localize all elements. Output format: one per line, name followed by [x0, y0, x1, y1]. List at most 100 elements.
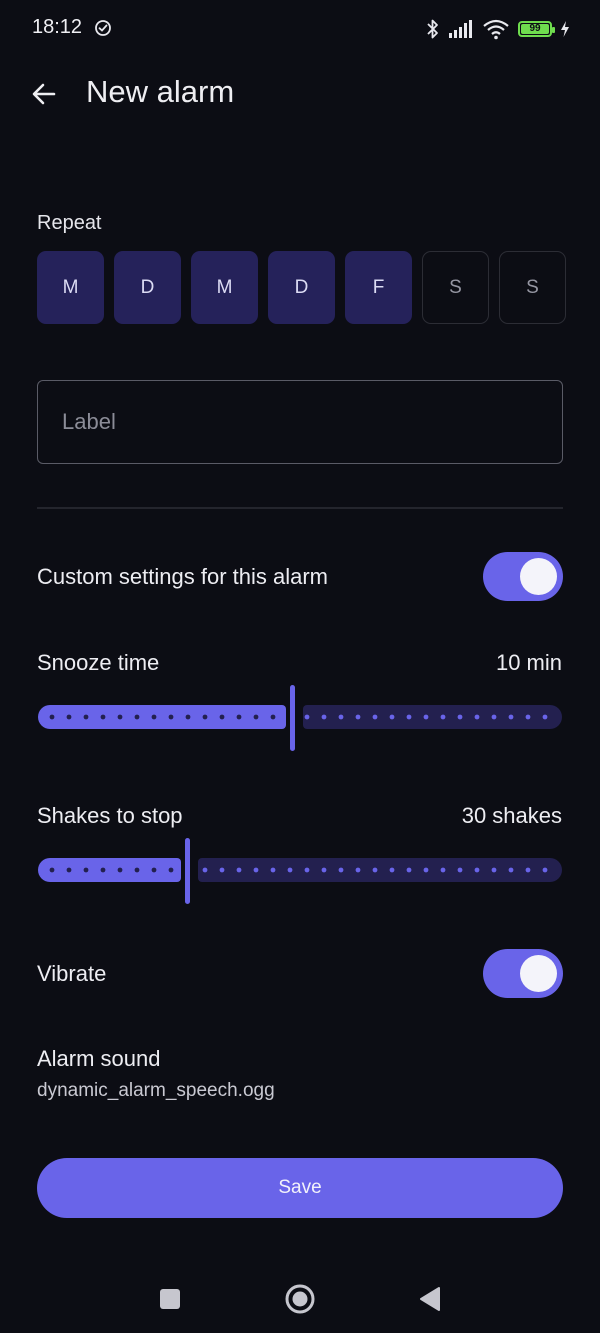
snooze-slider[interactable] — [38, 685, 562, 751]
label-input[interactable] — [38, 381, 562, 463]
slider-tick — [219, 714, 225, 720]
day-toggle-saturday[interactable]: S — [422, 251, 489, 324]
charging-icon — [561, 21, 569, 37]
slider-tick — [406, 714, 412, 720]
day-toggle-friday[interactable]: F — [345, 251, 412, 324]
toggle-knob — [520, 558, 557, 595]
slider-tick — [355, 867, 361, 873]
slider-tick — [423, 867, 429, 873]
day-toggle-thursday[interactable]: D — [268, 251, 335, 324]
slider-tick — [202, 867, 208, 873]
slider-tick — [134, 867, 140, 873]
slider-tick — [270, 867, 276, 873]
check-circle-icon — [95, 20, 111, 36]
vibrate-toggle[interactable] — [483, 949, 563, 998]
day-toggle-tuesday[interactable]: D — [114, 251, 181, 324]
alarm-sound-label[interactable]: Alarm sound — [37, 1046, 161, 1072]
back-nav-button[interactable] — [410, 1279, 450, 1319]
slider-tick — [117, 867, 123, 873]
home-button[interactable] — [280, 1279, 320, 1319]
repeat-days: M D M D F S S — [37, 251, 566, 324]
slider-tick-marks — [49, 867, 548, 873]
bluetooth-icon — [427, 19, 438, 39]
slider-tick — [304, 714, 310, 720]
slider-tick — [304, 867, 310, 873]
slider-tick — [508, 714, 514, 720]
save-button[interactable]: Save — [37, 1158, 563, 1218]
system-nav-bar — [0, 1265, 600, 1333]
slider-tick-marks — [49, 714, 548, 720]
slider-tick — [474, 714, 480, 720]
home-circle-icon — [285, 1284, 315, 1314]
custom-settings-label: Custom settings for this alarm — [37, 564, 328, 589]
slider-tick — [525, 867, 531, 873]
slider-tick — [134, 714, 140, 720]
slider-tick — [100, 714, 106, 720]
slider-tick — [253, 867, 259, 873]
shakes-value: 30 shakes — [461, 803, 562, 828]
slider-tick — [151, 714, 157, 720]
slider-tick — [491, 867, 497, 873]
slider-tick — [406, 867, 412, 873]
slider-tick — [389, 714, 395, 720]
slider-tick — [66, 867, 72, 873]
shakes-slider[interactable] — [38, 838, 562, 904]
back-button[interactable] — [22, 72, 66, 116]
slider-tick — [168, 714, 174, 720]
slider-tick — [355, 714, 361, 720]
alarm-sound-file[interactable]: dynamic_alarm_speech.ogg — [37, 1080, 275, 1102]
slider-tick — [253, 714, 259, 720]
slider-tick — [338, 714, 344, 720]
slider-tick — [372, 714, 378, 720]
slider-tick — [491, 714, 497, 720]
slider-tick — [338, 867, 344, 873]
day-toggle-wednesday[interactable]: M — [191, 251, 258, 324]
slider-tick — [457, 867, 463, 873]
slider-tick — [508, 867, 514, 873]
slider-tick — [83, 867, 89, 873]
slider-tick — [389, 867, 395, 873]
arrow-left-icon — [32, 83, 56, 105]
battery-icon: 99 — [518, 21, 555, 37]
page-title: New alarm — [86, 74, 235, 109]
custom-settings-toggle[interactable] — [483, 552, 563, 601]
status-bar: 18:12 99 — [0, 0, 600, 58]
slider-tick — [542, 867, 548, 873]
slider-tick — [100, 867, 106, 873]
snooze-value: 10 min — [495, 650, 562, 675]
slider-tick — [83, 714, 89, 720]
recents-square-icon — [160, 1289, 180, 1309]
slider-tick — [372, 867, 378, 873]
vibrate-label: Vibrate — [37, 961, 107, 986]
slider-tick — [440, 714, 446, 720]
status-icons: 99 — [426, 16, 570, 42]
slider-tick — [321, 714, 327, 720]
day-toggle-sunday[interactable]: S — [499, 251, 566, 324]
toggle-knob — [520, 955, 557, 992]
divider — [37, 507, 563, 509]
slider-tick — [185, 714, 191, 720]
back-triangle-icon — [420, 1287, 440, 1311]
snooze-label: Snooze time — [37, 650, 160, 675]
repeat-label: Repeat — [37, 212, 102, 234]
wifi-icon — [483, 19, 509, 40]
slider-tick — [49, 714, 55, 720]
slider-tick — [49, 867, 55, 873]
slider-tick — [66, 714, 72, 720]
slider-tick — [423, 714, 429, 720]
recents-button[interactable] — [150, 1279, 190, 1319]
slider-tick — [236, 714, 242, 720]
slider-tick — [457, 714, 463, 720]
slider-tick — [440, 867, 446, 873]
slider-handle[interactable] — [290, 685, 295, 751]
app-bar: New alarm — [0, 60, 600, 128]
slider-tick — [168, 867, 174, 873]
slider-tick — [117, 714, 123, 720]
battery-level: 99 — [529, 23, 541, 34]
shakes-label: Shakes to stop — [37, 803, 183, 828]
slider-tick — [151, 867, 157, 873]
slider-handle[interactable] — [185, 838, 190, 904]
slider-tick — [525, 714, 531, 720]
day-toggle-monday[interactable]: M — [37, 251, 104, 324]
slider-tick — [236, 867, 242, 873]
